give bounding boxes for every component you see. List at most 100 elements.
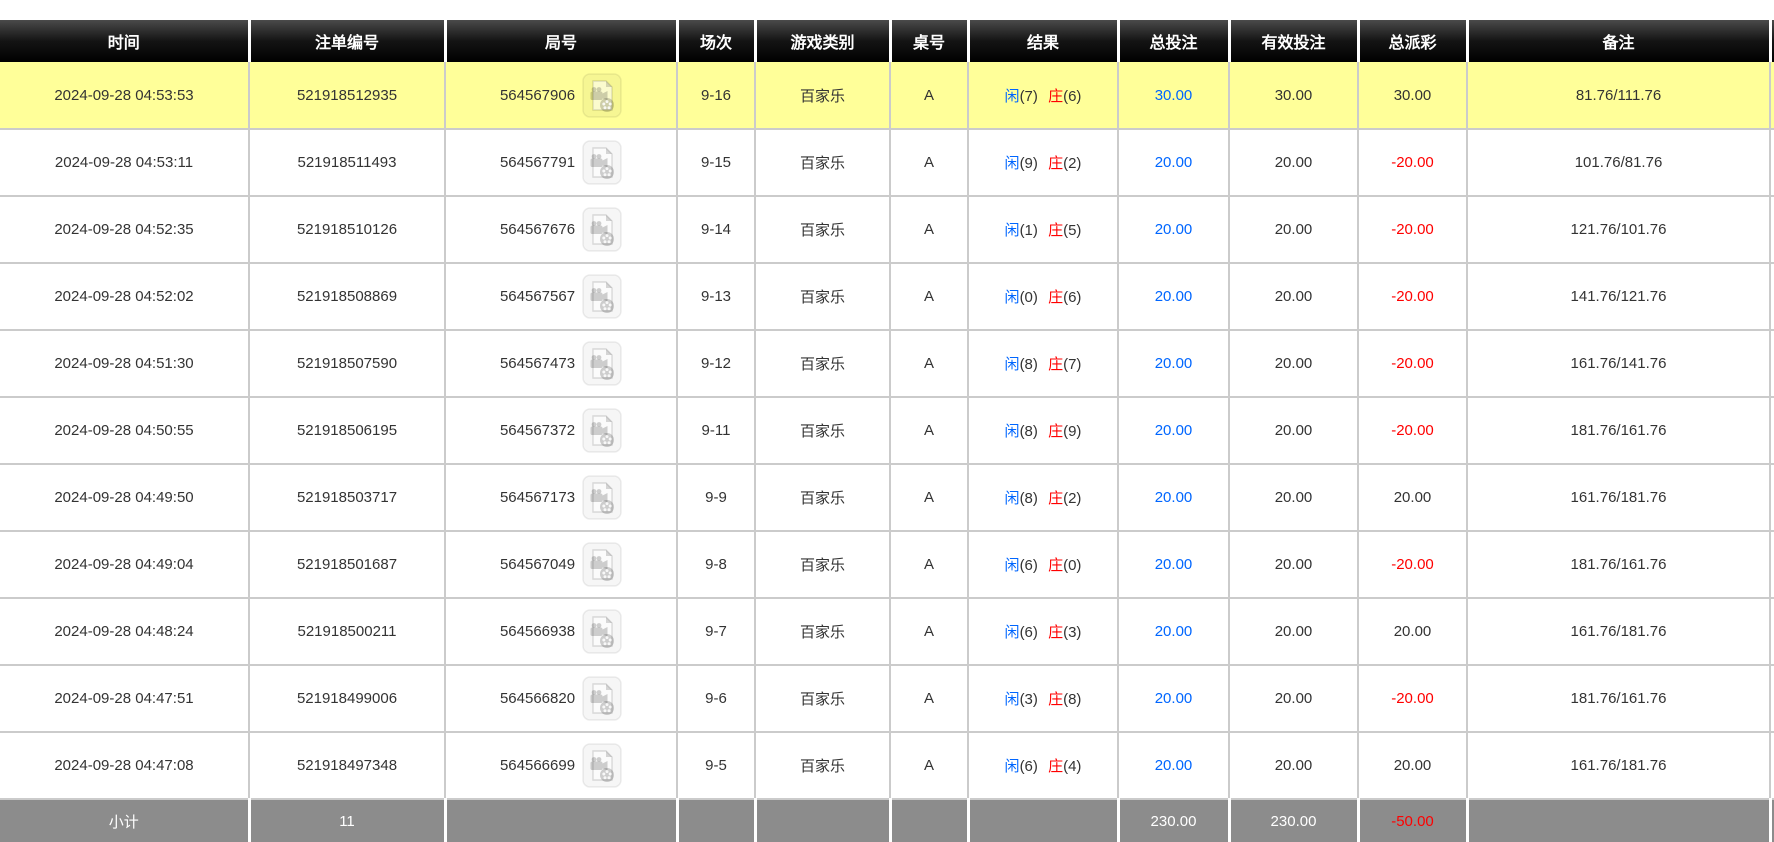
table-row[interactable]: 2024-09-28 04:52:35 521918510126 5645676…: [0, 196, 1774, 263]
video-replay-button[interactable]: [582, 274, 622, 319]
game-type-cell: 百家乐: [755, 665, 890, 732]
row-edge-sliver: [1770, 732, 1774, 799]
video-replay-button[interactable]: [582, 207, 622, 252]
valid-bet-cell: 20.00: [1229, 464, 1358, 531]
round-cell: 564567473: [445, 330, 677, 397]
header-result: 结果: [968, 20, 1118, 62]
round-number: 564567473: [500, 355, 575, 372]
bet-id-cell: 521918508869: [249, 263, 445, 330]
table-no-cell: A: [890, 62, 968, 129]
valid-bet-cell: 20.00: [1229, 665, 1358, 732]
table-row[interactable]: 2024-09-28 04:50:55 521918506195 5645673…: [0, 397, 1774, 464]
video-file-icon: [582, 408, 622, 453]
game-type-cell: 百家乐: [755, 531, 890, 598]
video-replay-button[interactable]: [582, 542, 622, 587]
session-cell: 9-6: [677, 665, 755, 732]
table-row[interactable]: 2024-09-28 04:48:24 521918500211 5645669…: [0, 598, 1774, 665]
remark-cell: 161.76/181.76: [1467, 464, 1770, 531]
remark-cell: 181.76/161.76: [1467, 531, 1770, 598]
total-payout-cell: 20.00: [1358, 464, 1467, 531]
row-edge-sliver: [1770, 598, 1774, 665]
header-valid-bet: 有效投注: [1229, 20, 1358, 62]
round-number: 564566938: [500, 623, 575, 640]
remark-cell: 161.76/181.76: [1467, 598, 1770, 665]
table-row[interactable]: 2024-09-28 04:47:51 521918499006 5645668…: [0, 665, 1774, 732]
summary-edge-sliver: [1770, 799, 1774, 842]
bet-records-table: 时间 注单编号 局号 场次 游戏类别 桌号 结果 总投注 有效投注 总派彩 备注…: [0, 20, 1774, 842]
banker-result: 庄(3): [1048, 624, 1081, 641]
summary-remark-cell: [1467, 799, 1770, 842]
table-row[interactable]: 2024-09-28 04:47:08 521918497348 5645666…: [0, 732, 1774, 799]
header-time: 时间: [0, 20, 249, 62]
video-file-icon: [582, 609, 622, 654]
header-total-bet: 总投注: [1118, 20, 1229, 62]
total-bet-cell: 20.00: [1118, 196, 1229, 263]
total-payout-cell: -20.00: [1358, 196, 1467, 263]
header-game-type: 游戏类别: [755, 20, 890, 62]
total-bet-cell: 20.00: [1118, 330, 1229, 397]
header-edge-sliver: [1770, 20, 1774, 62]
result-cell: 闲(8) 庄(9): [968, 397, 1118, 464]
table-row[interactable]: 2024-09-28 04:51:30 521918507590 5645674…: [0, 330, 1774, 397]
round-cell: 564567791: [445, 129, 677, 196]
round-cell: 564566699: [445, 732, 677, 799]
video-file-icon: [582, 542, 622, 587]
video-replay-button[interactable]: [582, 743, 622, 788]
game-type-cell: 百家乐: [755, 263, 890, 330]
bet-id-cell: 521918512935: [249, 62, 445, 129]
table-no-cell: A: [890, 464, 968, 531]
result-cell: 闲(6) 庄(3): [968, 598, 1118, 665]
result-cell: 闲(6) 庄(4): [968, 732, 1118, 799]
session-cell: 9-14: [677, 196, 755, 263]
video-file-icon: [582, 274, 622, 319]
banker-result: 庄(0): [1048, 557, 1081, 574]
result-cell: 闲(7) 庄(6): [968, 62, 1118, 129]
valid-bet-cell: 20.00: [1229, 263, 1358, 330]
table-row[interactable]: 2024-09-28 04:52:02 521918508869 5645675…: [0, 263, 1774, 330]
summary-session-cell: [677, 799, 755, 842]
bet-id-cell: 521918500211: [249, 598, 445, 665]
video-replay-button[interactable]: [582, 676, 622, 721]
total-bet-cell: 20.00: [1118, 665, 1229, 732]
banker-result: 庄(2): [1048, 155, 1081, 172]
time-cell: 2024-09-28 04:50:55: [0, 397, 249, 464]
time-cell: 2024-09-28 04:47:08: [0, 732, 249, 799]
video-replay-button[interactable]: [582, 408, 622, 453]
round-number: 564567049: [500, 556, 575, 573]
header-bet-id: 注单编号: [249, 20, 445, 62]
summary-label: 小计: [0, 799, 249, 842]
total-bet-cell: 20.00: [1118, 397, 1229, 464]
video-replay-button[interactable]: [582, 73, 622, 118]
video-replay-button[interactable]: [582, 140, 622, 185]
round-cell: 564566938: [445, 598, 677, 665]
banker-result: 庄(4): [1048, 758, 1081, 775]
summary-game-cell: [755, 799, 890, 842]
table-row[interactable]: 2024-09-28 04:53:11 521918511493 5645677…: [0, 129, 1774, 196]
table-row[interactable]: 2024-09-28 04:49:50 521918503717 5645671…: [0, 464, 1774, 531]
table-row[interactable]: 2024-09-28 04:53:53 521918512935 5645679…: [0, 62, 1774, 129]
total-bet-cell: 20.00: [1118, 531, 1229, 598]
row-edge-sliver: [1770, 531, 1774, 598]
total-payout-cell: 20.00: [1358, 598, 1467, 665]
round-cell: 564567567: [445, 263, 677, 330]
bet-id-cell: 521918503717: [249, 464, 445, 531]
video-file-icon: [582, 676, 622, 721]
banker-result: 庄(7): [1048, 356, 1081, 373]
video-replay-button[interactable]: [582, 341, 622, 386]
player-result: 闲(3): [1005, 691, 1038, 708]
time-cell: 2024-09-28 04:51:30: [0, 330, 249, 397]
table-row[interactable]: 2024-09-28 04:49:04 521918501687 5645670…: [0, 531, 1774, 598]
table-no-cell: A: [890, 330, 968, 397]
total-bet-cell: 20.00: [1118, 598, 1229, 665]
total-payout-cell: -20.00: [1358, 397, 1467, 464]
round-number: 564566820: [500, 690, 575, 707]
table-no-cell: A: [890, 732, 968, 799]
video-replay-button[interactable]: [582, 609, 622, 654]
video-replay-button[interactable]: [582, 475, 622, 520]
summary-table-cell: [890, 799, 968, 842]
game-type-cell: 百家乐: [755, 330, 890, 397]
row-edge-sliver: [1770, 665, 1774, 732]
total-payout-cell: 30.00: [1358, 62, 1467, 129]
result-cell: 闲(8) 庄(7): [968, 330, 1118, 397]
session-cell: 9-8: [677, 531, 755, 598]
